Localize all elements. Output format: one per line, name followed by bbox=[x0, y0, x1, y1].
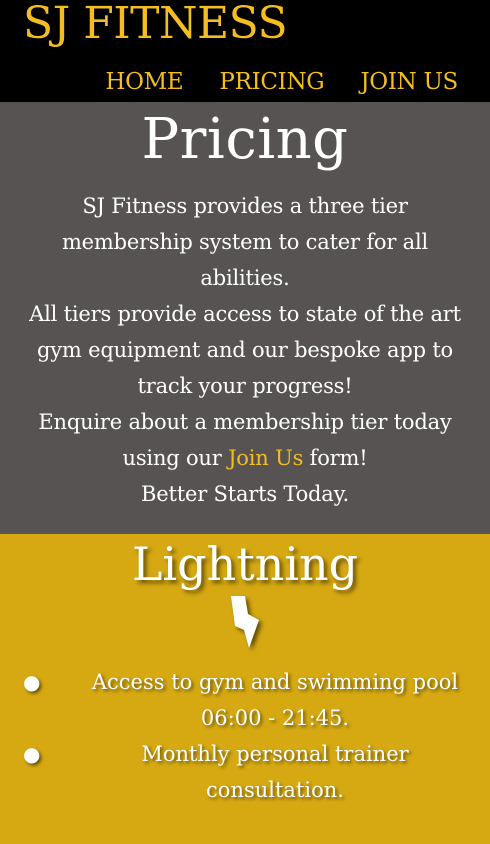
list-item: ● Monthly personal trainer consultation. bbox=[23, 736, 465, 808]
nav-home-link[interactable]: HOME bbox=[105, 66, 183, 98]
list-item: ● Access to gym and swimming pool 06:00 … bbox=[23, 664, 465, 736]
bullet-icon: ● bbox=[23, 670, 41, 694]
tier-name: Lightning bbox=[131, 537, 359, 591]
pricing-section: Pricing SJ Fitness provides a three tier… bbox=[0, 102, 490, 534]
tier-feature-list: ● Access to gym and swimming pool 06:00 … bbox=[0, 664, 490, 808]
pricing-description: SJ Fitness provides a three tier members… bbox=[20, 188, 470, 512]
feature-text: Access to gym and swimming pool bbox=[91, 670, 459, 694]
pricing-access-text: All tiers provide access to state of the… bbox=[29, 302, 461, 398]
nav-pricing-link[interactable]: PRICING bbox=[219, 66, 324, 98]
nav-join-us-link[interactable]: JOIN US bbox=[360, 66, 458, 98]
main-nav: HOME PRICING JOIN US bbox=[105, 66, 458, 98]
pricing-closing-text: Better Starts Today. bbox=[141, 482, 349, 506]
feature-detail: 06:00 - 21:45. bbox=[200, 706, 350, 730]
join-us-inline-link[interactable]: Join Us bbox=[228, 446, 303, 470]
pricing-intro-text: SJ Fitness provides a three tier members… bbox=[61, 194, 429, 290]
feature-text: Monthly personal trainer consultation. bbox=[141, 742, 409, 802]
brand-logo-text[interactable]: SJ FITNESS bbox=[23, 0, 288, 50]
pricing-title: Pricing bbox=[141, 107, 349, 172]
pricing-enquire-line: Enquire about a membership tier today us… bbox=[20, 404, 470, 476]
lightning-bolt-icon bbox=[231, 596, 259, 648]
pricing-enquire-suffix: form! bbox=[309, 446, 368, 470]
site-header: SJ FITNESS HOME PRICING JOIN US bbox=[0, 0, 490, 102]
bullet-icon: ● bbox=[23, 742, 41, 766]
tier-lightning-card: Lightning ● Access to gym and swimming p… bbox=[0, 534, 490, 844]
